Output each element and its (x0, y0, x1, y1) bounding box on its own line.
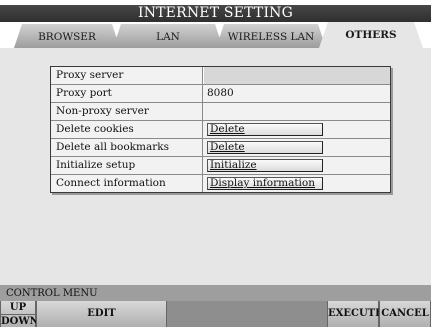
delete-bookmarks-row: Delete all bookmarks Delete (51, 139, 390, 157)
up-button[interactable]: UP (1, 301, 35, 315)
control-menu-label: CONTROL MENU (0, 285, 431, 301)
initialize-setup-value-cell: Initialize (203, 157, 390, 174)
non-proxy-server-row: Non-proxy server (51, 103, 390, 121)
initialize-setup-label: Initialize setup (51, 157, 203, 174)
delete-cookies-value-cell: Delete (203, 121, 390, 138)
initialize-button[interactable]: Initialize (207, 159, 323, 172)
proxy-server-label: Proxy server (51, 67, 203, 84)
up-down-button[interactable]: UP DOWN (0, 301, 39, 328)
delete-cookies-button[interactable]: Delete (207, 123, 323, 136)
non-proxy-server-value-cell (203, 103, 390, 120)
tab-strip: BROWSER LAN WIRELESS LAN OTHERS (0, 22, 431, 48)
tab-browser[interactable]: BROWSER (14, 24, 120, 48)
connect-information-label: Connect information (51, 175, 203, 192)
display-information-button[interactable]: Display information (207, 177, 323, 190)
tab-wireless-lan[interactable]: WIRELESS LAN (216, 24, 326, 48)
tab-others[interactable]: OTHERS (319, 22, 423, 48)
cancel-button[interactable]: CANCEL (379, 301, 431, 327)
connect-information-value-cell: Display information (203, 175, 390, 192)
proxy-port-field[interactable]: 8080 (203, 85, 390, 102)
delete-cookies-row: Delete cookies Delete (51, 121, 390, 139)
edit-button[interactable]: EDIT (36, 301, 167, 327)
initialize-setup-row: Initialize setup Initialize (51, 157, 390, 175)
proxy-port-label: Proxy port (51, 85, 203, 102)
proxy-port-row: Proxy port 8080 (51, 85, 390, 103)
non-proxy-server-field[interactable] (203, 103, 390, 120)
proxy-server-row: Proxy server (51, 67, 390, 85)
control-menu-bar: UP DOWN EDIT EXECUTE CANCEL (0, 301, 431, 327)
delete-bookmarks-value-cell: Delete (203, 139, 390, 156)
tab-lan[interactable]: LAN (113, 24, 223, 48)
proxy-server-field[interactable] (203, 67, 390, 84)
delete-bookmarks-button[interactable]: Delete (207, 141, 323, 154)
window-title: INTERNET SETTING (0, 5, 431, 22)
internet-setting-screen: INTERNET SETTING BROWSER LAN WIRELESS LA… (0, 0, 431, 327)
execute-button[interactable]: EXECUTE (327, 301, 383, 327)
down-button[interactable]: DOWN (1, 315, 39, 328)
proxy-port-value-cell: 8080 (203, 85, 390, 102)
non-proxy-server-label: Non-proxy server (51, 103, 203, 120)
proxy-server-value-cell (203, 67, 390, 84)
connect-information-row: Connect information Display information (51, 175, 390, 192)
delete-bookmarks-label: Delete all bookmarks (51, 139, 203, 156)
delete-cookies-label: Delete cookies (51, 121, 203, 138)
settings-table: Proxy server Proxy port 8080 Non-proxy s… (50, 66, 391, 193)
settings-panel: Proxy server Proxy port 8080 Non-proxy s… (0, 48, 431, 285)
